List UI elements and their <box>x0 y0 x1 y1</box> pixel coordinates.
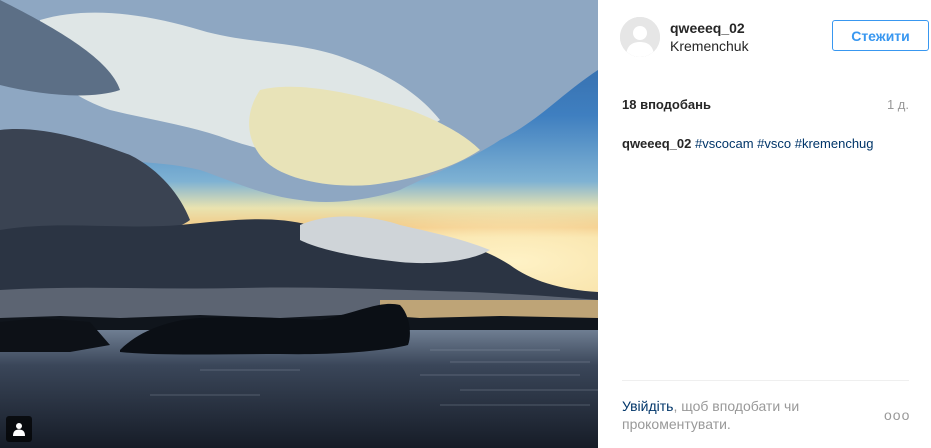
person-icon <box>13 423 25 436</box>
post-header: qweeeq_02 Kremenchuk Стежити <box>620 16 929 62</box>
hashtag-link[interactable]: #kremenchug <box>795 136 874 151</box>
location-link[interactable]: Kremenchuk <box>670 38 749 54</box>
divider <box>622 380 909 381</box>
login-link[interactable]: Увійдіть <box>622 398 673 414</box>
more-options-icon[interactable]: ooo <box>884 407 910 423</box>
follow-button[interactable]: Стежити <box>832 20 929 51</box>
likes-count[interactable]: 18 вподобань <box>622 97 711 112</box>
post-caption: qweeeq_02 #vscocam #vsco #kremenchug <box>622 136 922 151</box>
sunset-image <box>0 0 598 448</box>
user-tag-badge[interactable] <box>6 416 32 442</box>
post-side-panel: qweeeq_02 Kremenchuk Стежити 18 вподобан… <box>598 0 931 448</box>
hashtag-link[interactable]: #vscocam <box>695 136 754 151</box>
avatar[interactable] <box>620 17 660 57</box>
caption-author[interactable]: qweeeq_02 <box>622 136 691 151</box>
hashtag-link[interactable]: #vsco <box>757 136 791 151</box>
post-photo[interactable] <box>0 0 598 448</box>
username-link[interactable]: qweeeq_02 <box>670 20 745 36</box>
post-age[interactable]: 1 д. <box>887 97 909 112</box>
login-prompt: Увійдіть, щоб вподобати чи прокоментуват… <box>622 397 862 433</box>
default-avatar-icon <box>620 17 660 57</box>
